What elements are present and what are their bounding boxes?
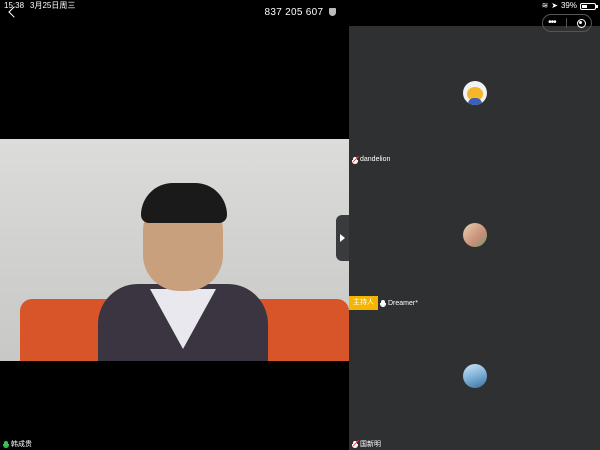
participant-avatar-guoxinming[interactable] xyxy=(463,364,487,388)
collapse-panel-button[interactable] xyxy=(336,215,349,261)
participant-label-dreamer: 主持人 Dreamer* xyxy=(349,296,418,310)
participant-label-guoxinming: 国新明 xyxy=(352,439,381,449)
status-time: 15:38 xyxy=(4,1,25,10)
participant-name: Dreamer* xyxy=(388,299,418,307)
capsule-divider xyxy=(565,18,567,28)
mic-icon xyxy=(380,300,386,307)
host-badge: 主持人 xyxy=(349,296,378,310)
participant-label-dandelion: dandelion xyxy=(352,156,391,164)
battery-percent: 39% xyxy=(560,1,577,10)
status-right: ≋ ➤ 39% xyxy=(541,0,598,12)
main-speaker-label: 韩成贵 xyxy=(3,439,32,449)
mini-program-capsule: ••• xyxy=(542,14,592,32)
main-video[interactable] xyxy=(0,26,349,450)
mic-active-icon xyxy=(3,441,9,448)
status-date: 3月25日周三 xyxy=(30,1,76,10)
video-feed xyxy=(0,139,349,361)
participant-name: 国新明 xyxy=(360,441,381,448)
battery-icon xyxy=(580,2,598,10)
participant-avatar-dandelion[interactable] xyxy=(463,81,487,105)
mic-muted-icon xyxy=(352,156,358,164)
main-speaker-name: 韩成贵 xyxy=(11,441,32,448)
location-icon: ➤ xyxy=(551,1,558,10)
status-bar: 15:38 3月25日周三 ≋ ➤ 39% xyxy=(0,0,600,12)
more-options-icon[interactable]: ••• xyxy=(548,18,556,28)
speaker-hair xyxy=(141,183,227,223)
participant-name: dandelion xyxy=(360,156,391,163)
participant-avatar-dreamer[interactable] xyxy=(463,223,487,247)
mic-muted-icon xyxy=(352,441,358,448)
wifi-icon: ≋ xyxy=(541,1,549,10)
close-target-icon[interactable] xyxy=(576,18,586,28)
